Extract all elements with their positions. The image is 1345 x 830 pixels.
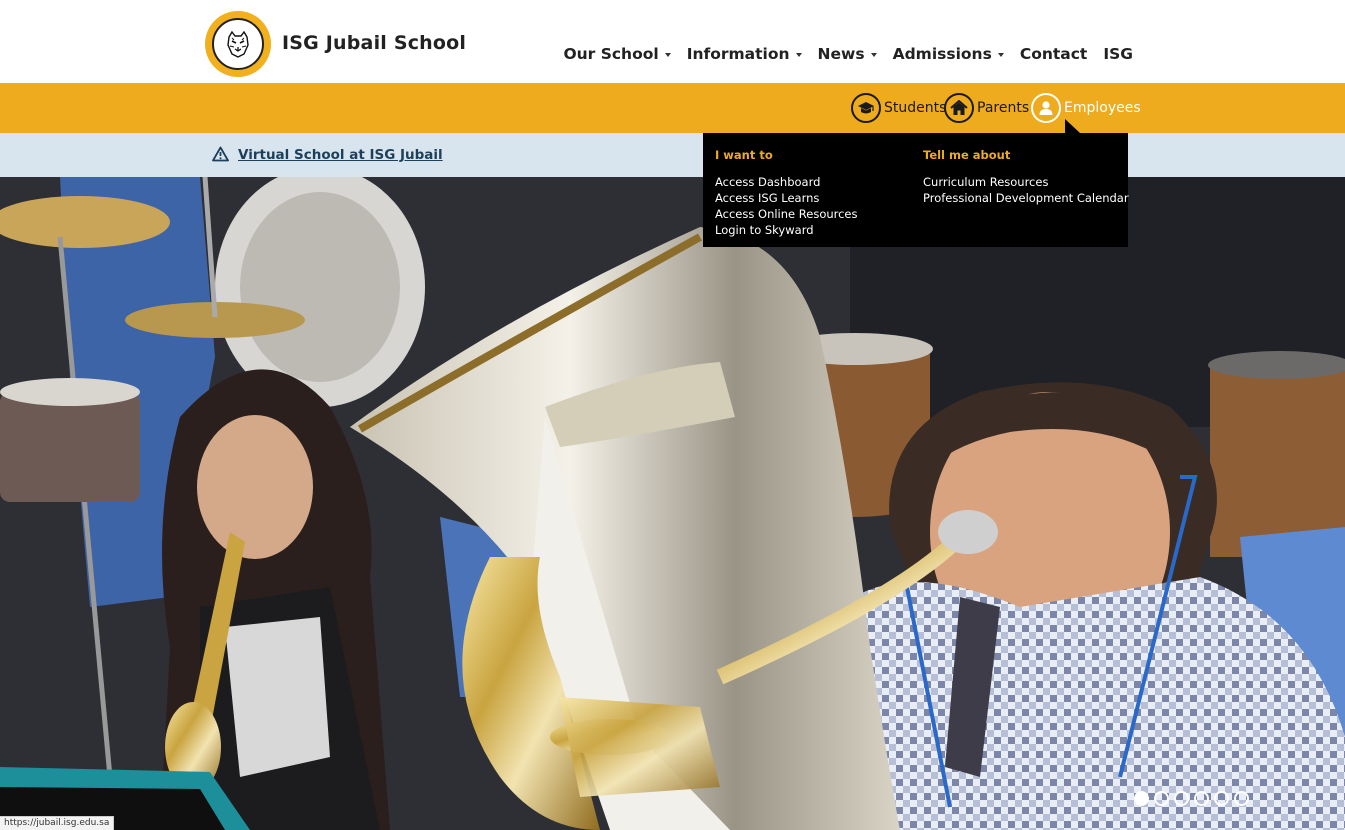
employees-dropdown-menu: I want to Access Dashboard Access ISG Le…	[703, 133, 1129, 247]
site-title[interactable]: ISG Jubail School	[282, 32, 466, 54]
audience-parents-link[interactable]: Parents	[944, 93, 1029, 123]
hero-slideshow	[0, 177, 1345, 830]
professional-development-calendar-link[interactable]: Professional Development Calendar	[923, 190, 1129, 206]
user-icon	[1031, 93, 1061, 123]
carousel-dot[interactable]	[1174, 791, 1189, 806]
nav-label: Our School	[563, 45, 659, 63]
caret-down-icon	[870, 53, 877, 57]
dropdown-column-tell-me-about: Tell me about Curriculum Resources Profe…	[923, 148, 1129, 206]
home-icon	[944, 93, 974, 123]
nav-information[interactable]: Information	[687, 45, 802, 63]
audience-students-link[interactable]: Students	[851, 93, 946, 123]
audience-label: Parents	[977, 100, 1030, 116]
nav-contact[interactable]: Contact	[1020, 45, 1088, 63]
nav-admissions[interactable]: Admissions	[893, 45, 1004, 63]
caret-down-icon	[997, 53, 1004, 57]
nav-isg[interactable]: ISG	[1103, 45, 1133, 63]
caret-down-icon	[664, 53, 671, 57]
warning-triangle-icon	[212, 146, 229, 162]
status-bar-url: https://jubail.isg.edu.sa	[0, 816, 115, 830]
nav-news[interactable]: News	[818, 45, 877, 63]
caret-down-icon	[795, 53, 802, 57]
audience-employees-link[interactable]: Employees	[1031, 93, 1141, 123]
nav-label: Admissions	[892, 45, 992, 63]
access-isg-learns-link[interactable]: Access ISG Learns	[715, 190, 858, 206]
alert-bar: Virtual School at ISG Jubail	[0, 133, 1345, 177]
nav-our-school[interactable]: Our School	[563, 45, 671, 63]
tiger-icon	[227, 30, 249, 58]
logo-emblem	[212, 18, 264, 70]
graduation-cap-icon	[851, 93, 881, 123]
nav-label: News	[817, 45, 865, 63]
dropdown-heading: I want to	[715, 148, 773, 162]
curriculum-resources-link[interactable]: Curriculum Resources	[923, 174, 1129, 190]
dropdown-arrow	[1065, 119, 1080, 133]
carousel-dot[interactable]	[1154, 791, 1169, 806]
virtual-school-link[interactable]: Virtual School at ISG Jubail	[238, 147, 443, 163]
access-online-resources-link[interactable]: Access Online Resources	[715, 206, 858, 222]
main-nav: Our School Information News Admissions C…	[547, 45, 1133, 63]
carousel-dot[interactable]	[1194, 791, 1209, 806]
carousel-pagination	[1134, 791, 1249, 806]
login-skyward-link[interactable]: Login to Skyward	[715, 222, 858, 238]
nav-label: ISG	[1103, 45, 1133, 63]
dropdown-heading: Tell me about	[923, 148, 1011, 162]
audience-label: Employees	[1064, 100, 1141, 116]
hero-photo	[0, 177, 1345, 830]
nav-label: Contact	[1019, 45, 1088, 63]
dropdown-column-i-want-to: I want to Access Dashboard Access ISG Le…	[715, 148, 858, 238]
access-dashboard-link[interactable]: Access Dashboard	[715, 174, 858, 190]
nav-label: Information	[686, 45, 790, 63]
site-header: ISG Jubail School Our School Information…	[0, 0, 1345, 83]
school-logo[interactable]	[205, 11, 271, 77]
audience-bar: Students Parents Employees	[0, 83, 1345, 133]
carousel-dot[interactable]	[1234, 791, 1249, 806]
audience-label: Students	[884, 100, 947, 116]
carousel-dot[interactable]	[1214, 791, 1229, 806]
carousel-dot[interactable]	[1134, 791, 1149, 806]
